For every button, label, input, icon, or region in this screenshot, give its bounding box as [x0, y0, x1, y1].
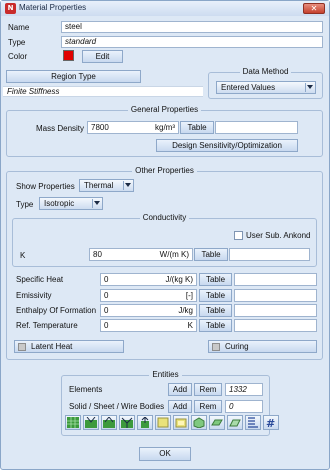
user-sub-ankond-checkbox[interactable]	[234, 231, 243, 240]
data-method-dropdown[interactable]: Entered Values	[216, 81, 316, 94]
bodies-add-button[interactable]: Add	[168, 400, 192, 413]
add-elements-icon[interactable]	[83, 415, 99, 430]
data-method-title: Data Method	[239, 67, 292, 76]
property-table-button[interactable]: Table	[199, 319, 232, 332]
data-method-selected: Entered Values	[221, 83, 276, 92]
wire-body-icon[interactable]	[227, 415, 243, 430]
data-method-group: Data Method Entered Values	[208, 67, 323, 99]
ok-button[interactable]: OK	[139, 447, 191, 461]
property-value-field[interactable]: 0K	[100, 319, 197, 332]
conductivity-title: Conductivity	[139, 213, 190, 222]
latent-heat-toggle[interactable]: Latent Heat	[14, 340, 124, 353]
remove-elements-icon[interactable]	[101, 415, 117, 430]
design-sensitivity-button[interactable]: Design Sensitivity/Optimization	[156, 139, 298, 152]
property-unit: J/(kg K)	[165, 275, 193, 284]
property-table-field	[234, 273, 317, 286]
curing-label: Curing	[225, 342, 249, 351]
bodies-count: 0	[225, 400, 263, 413]
other-properties-title: Other Properties	[132, 166, 197, 175]
property-value-field[interactable]: 0 J/kg	[100, 304, 197, 317]
property-value-field[interactable]: 0 [-]	[100, 289, 197, 302]
other-type-selected: Isotropic	[44, 199, 75, 208]
app-logo-icon: N	[5, 3, 16, 14]
property-label: Emissivity	[16, 291, 52, 300]
elements-count: 1332	[225, 383, 263, 396]
select-bodies-icon[interactable]	[155, 415, 171, 430]
type-field: standard	[61, 36, 323, 48]
count-icon[interactable]: #	[263, 415, 279, 430]
chevron-down-icon	[94, 201, 100, 205]
name-label: Name	[8, 23, 30, 32]
curing-toggle[interactable]: Curing	[208, 340, 317, 353]
bodies-rem-button[interactable]: Rem	[194, 400, 222, 413]
property-value: 0	[104, 321, 109, 330]
property-unit: [-]	[185, 291, 193, 300]
list-icon[interactable]	[245, 415, 261, 430]
property-table-button[interactable]: Table	[199, 273, 232, 286]
edit-color-button[interactable]: Edit	[82, 50, 123, 63]
sheet-body-icon[interactable]	[209, 415, 225, 430]
property-value-field[interactable]: 0 J/(kg K)	[100, 273, 197, 286]
mass-density-label: Mass Density	[36, 124, 85, 133]
show-properties-dropdown[interactable]: Thermal	[79, 179, 134, 192]
region-type-strip: Finite Stiffness	[3, 86, 203, 97]
toggle-indicator-icon	[212, 343, 220, 351]
latent-heat-label: Latent Heat	[31, 342, 73, 351]
chevron-down-icon	[307, 85, 313, 89]
color-label: Color	[8, 52, 28, 61]
k-value: 80	[93, 250, 102, 259]
mass-density-unit: kg/m³	[155, 123, 175, 132]
region-type-button[interactable]: Region Type	[6, 70, 141, 83]
property-table-field	[234, 319, 317, 332]
property-unit: J/kg	[178, 306, 193, 315]
select-elements-icon[interactable]	[65, 415, 81, 430]
property-label: Enthalpy Of Formation	[16, 306, 97, 315]
property-label: Specific Heat	[16, 275, 64, 284]
property-value: 0	[104, 306, 109, 315]
title-bar: N Material Properties ✕	[1, 1, 329, 16]
material-properties-window: N Material Properties ✕ Name steel Type …	[0, 0, 330, 470]
property-label: Ref. Temperature	[16, 321, 78, 330]
general-properties-title: General Properties	[127, 105, 202, 114]
elements-add-button[interactable]: Add	[168, 383, 192, 396]
property-value: 0	[104, 291, 109, 300]
chevron-down-icon	[125, 183, 131, 187]
add-bodies-icon[interactable]	[173, 415, 189, 430]
user-sub-ankond-label: User Sub. Ankond	[246, 231, 311, 240]
name-field[interactable]: steel	[61, 21, 323, 33]
property-table-field	[234, 304, 317, 317]
svg-text:#: #	[266, 417, 275, 428]
k-label: K	[20, 251, 26, 260]
other-type-dropdown[interactable]: Isotropic	[39, 197, 103, 210]
k-field[interactable]: 80 W/(m K)	[89, 248, 193, 261]
solid-body-icon[interactable]	[191, 415, 207, 430]
mass-density-field[interactable]: 7800 kg/m³	[87, 121, 179, 134]
window-title: Material Properties	[19, 3, 87, 12]
color-swatch[interactable]	[63, 50, 74, 61]
type-label: Type	[8, 38, 26, 47]
mass-density-table-button[interactable]: Table	[180, 121, 214, 134]
export-elements-icon[interactable]	[137, 415, 153, 430]
show-properties-label: Show Properties	[16, 182, 75, 191]
k-unit: W/(m K)	[159, 250, 189, 259]
mass-density-value: 7800	[91, 123, 109, 132]
entities-title: Entities	[149, 370, 182, 379]
property-unit: K	[187, 321, 193, 330]
show-properties-selected: Thermal	[84, 181, 114, 190]
close-button[interactable]: ✕	[303, 3, 325, 14]
property-table-button[interactable]: Table	[199, 304, 232, 317]
toggle-indicator-icon	[18, 343, 26, 351]
elements-label: Elements	[69, 385, 103, 394]
other-type-label: Type	[16, 200, 34, 209]
k-table-field	[229, 248, 310, 261]
check-elements-icon[interactable]	[119, 415, 135, 430]
k-table-button[interactable]: Table	[194, 248, 228, 261]
property-value: 0	[104, 275, 109, 284]
elements-rem-button[interactable]: Rem	[194, 383, 222, 396]
mass-density-table-field	[215, 121, 298, 134]
bodies-label: Solid / Sheet / Wire Bodies	[69, 402, 165, 411]
property-table-field	[234, 289, 317, 302]
region-type-value: Finite Stiffness	[7, 87, 60, 96]
property-table-button[interactable]: Table	[199, 289, 232, 302]
